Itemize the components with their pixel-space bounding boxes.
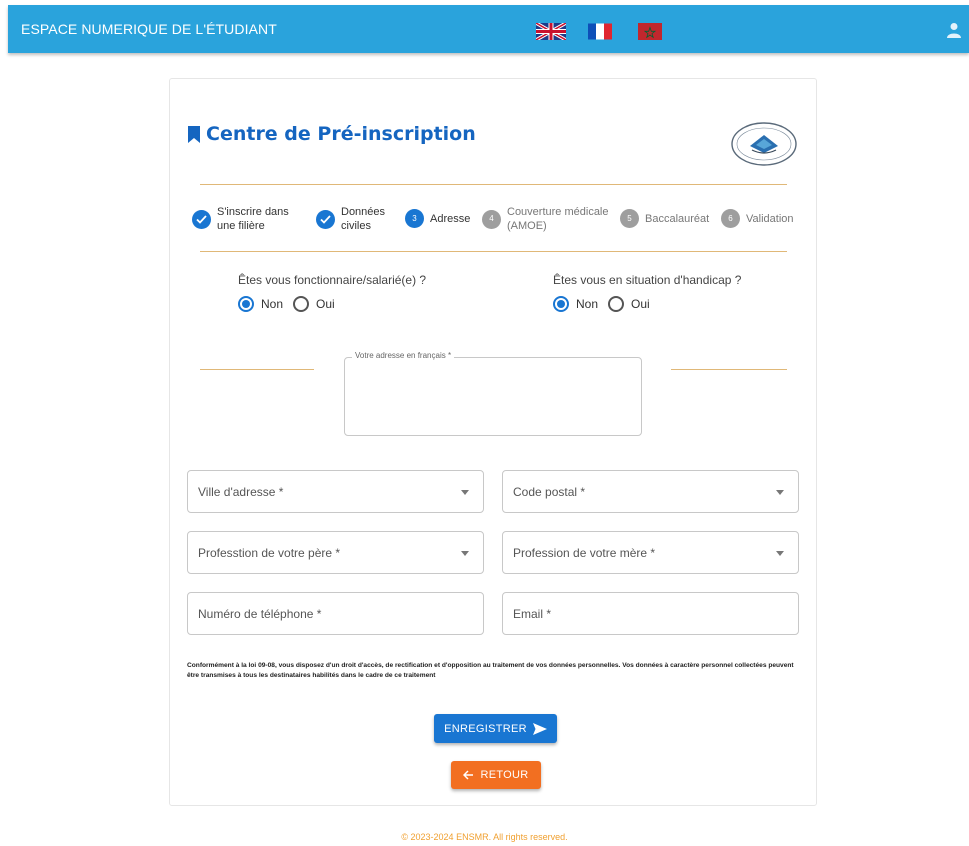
step-number: 3: [405, 209, 424, 228]
adresse-label: Votre adresse en français *: [352, 351, 455, 360]
save-button[interactable]: ENREGISTRER: [434, 714, 557, 743]
check-icon: [316, 209, 335, 229]
handicap-question: Êtes vous en situation d'handicap ?: [553, 273, 742, 287]
save-button-label: ENREGISTRER: [444, 722, 527, 735]
fonctionnaire-radio-group: Non Oui: [238, 296, 345, 312]
step-label: Données civiles: [341, 206, 386, 232]
code-postal-placeholder: Code postal *: [513, 485, 586, 499]
school-logo: [731, 122, 797, 166]
divider-right: [671, 369, 787, 370]
radio-label: Oui: [631, 297, 650, 311]
step-couverture-medicale[interactable]: 4 Couverture médicale (AMOE): [482, 205, 615, 233]
step-number: 6: [721, 209, 740, 228]
step-baccalaureat[interactable]: 5 Baccalauréat: [620, 209, 709, 228]
step-label: S'inscrire dans une filière: [217, 206, 289, 232]
privacy-notice: Conformément à la loi 09-08, vous dispos…: [187, 662, 794, 679]
moroccan-flag-icon[interactable]: [638, 23, 662, 40]
fonctionnaire-question: Êtes vous fonctionnaire/salarié(e) ?: [238, 273, 427, 287]
ville-placeholder: Ville d'adresse *: [198, 485, 284, 499]
check-icon: [192, 209, 211, 229]
step-validation[interactable]: 6 Validation: [721, 209, 794, 228]
page-title: Centre de Pré-inscription: [206, 123, 476, 145]
telephone-placeholder: Numéro de téléphone *: [198, 607, 322, 621]
fonctionnaire-oui-radio[interactable]: [293, 296, 310, 312]
handicap-oui-radio[interactable]: [608, 296, 625, 312]
french-flag-icon[interactable]: [588, 23, 612, 40]
step-number: 4: [482, 209, 501, 229]
radio-label: Oui: [316, 297, 335, 311]
divider-steps: [200, 251, 787, 252]
english-flag-icon[interactable]: [536, 23, 566, 40]
code-postal-select[interactable]: Code postal *: [502, 470, 799, 513]
step-label: Couverture médicale (AMOE): [507, 206, 609, 232]
radio-label: Non: [576, 297, 599, 311]
divider-left: [200, 369, 314, 370]
adresse-textarea[interactable]: [344, 357, 642, 436]
profession-pere-placeholder: Professtion de votre père *: [198, 546, 341, 560]
user-account-icon[interactable]: [947, 22, 961, 38]
fonctionnaire-non-radio[interactable]: [238, 296, 254, 312]
step-label: Baccalauréat: [645, 212, 710, 225]
radio-label: Non: [261, 297, 284, 311]
send-icon: [532, 722, 547, 735]
telephone-input[interactable]: Numéro de téléphone *: [187, 592, 484, 635]
ville-select[interactable]: Ville d'adresse *: [187, 470, 484, 513]
dropdown-arrow-icon: [776, 551, 784, 556]
footer-copyright: © 2023-2024 ENSMR. All rights reserved.: [401, 832, 568, 842]
email-placeholder: Email *: [513, 607, 552, 621]
top-navbar: ESPACE NUMERIQUE DE L'ÉTUDIANT: [8, 5, 969, 53]
profession-mere-select[interactable]: Profession de votre mère *: [502, 531, 799, 574]
dropdown-arrow-icon: [461, 490, 469, 495]
dropdown-arrow-icon: [776, 490, 784, 495]
step-adresse[interactable]: 3 Adresse: [405, 209, 470, 228]
step-donnees-civiles[interactable]: Données civiles: [316, 205, 396, 233]
bookmark-icon: [188, 125, 200, 143]
step-filiere[interactable]: S'inscrire dans une filière: [192, 205, 307, 233]
profession-mere-placeholder: Profession de votre mère *: [513, 546, 656, 560]
back-button[interactable]: RETOUR: [451, 761, 541, 789]
step-number: 5: [620, 209, 639, 228]
handicap-radio-group: Non Oui: [553, 296, 660, 312]
profession-pere-select[interactable]: Professtion de votre père *: [187, 531, 484, 574]
app-brand[interactable]: ESPACE NUMERIQUE DE L'ÉTUDIANT: [21, 21, 277, 37]
arrow-left-icon: [463, 770, 474, 780]
dropdown-arrow-icon: [461, 551, 469, 556]
back-button-label: RETOUR: [480, 769, 529, 781]
step-label: Validation: [746, 212, 794, 225]
preinscription-card: [169, 78, 817, 806]
step-label: Adresse: [430, 212, 471, 225]
email-input[interactable]: Email *: [502, 592, 799, 635]
divider-top: [200, 184, 787, 185]
handicap-non-radio[interactable]: [553, 296, 569, 312]
page-title-row: Centre de Pré-inscription: [188, 122, 476, 146]
